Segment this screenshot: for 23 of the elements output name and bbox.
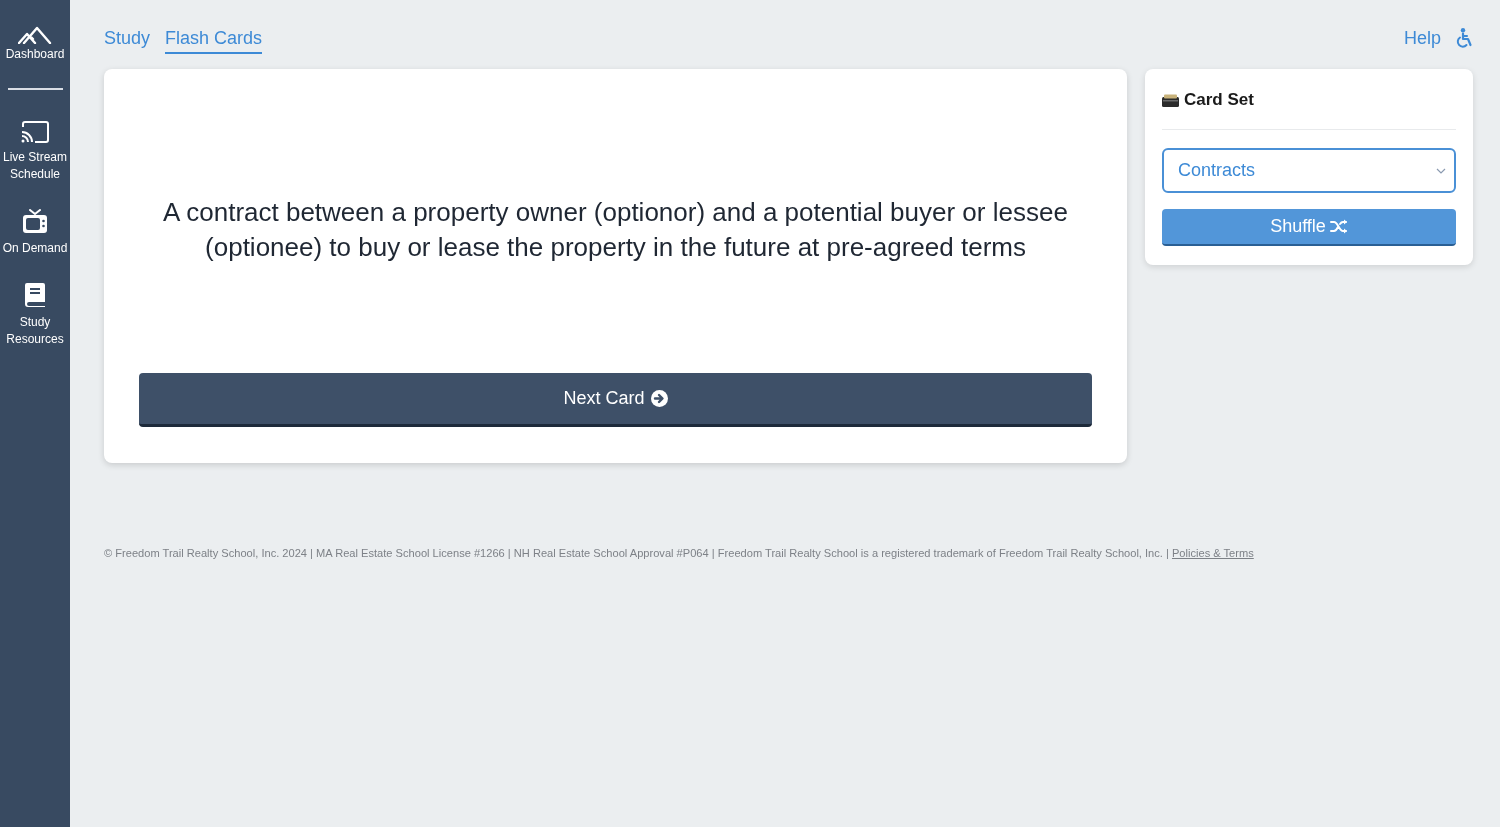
shuffle-button[interactable]: Shuffle <box>1162 209 1456 246</box>
sidebar-item[interactable]: Live Stream Schedule <box>0 117 70 183</box>
policies-link[interactable]: Policies & Terms <box>1171 547 1254 559</box>
tab[interactable]: Flash Cards <box>165 26 263 54</box>
sidebar-item[interactable]: Dashboard <box>0 20 70 63</box>
card-set-select[interactable]: Contracts <box>1162 148 1456 193</box>
tab[interactable]: Study <box>104 26 151 54</box>
book-icon <box>24 282 46 308</box>
card-box-icon <box>1162 93 1179 107</box>
chevron-down-icon <box>1436 167 1446 174</box>
card-set-title: Card Set <box>1184 89 1254 112</box>
shuffle-icon <box>1329 219 1348 234</box>
accessibility-icon[interactable] <box>1455 28 1473 48</box>
footer-text: © Freedom Trail Realty School, Inc. 2024 | MA Real Estate School License #1266 | NH Real Estate School Approval #P064 | Freedom Trail Realty School is a registered trademark of Freedom Trail Realty School, Inc. | Policies & Terms <box>104 546 1255 561</box>
card-definition-text: A contract between a property owner (optionor) and a potential buyer or lessee (optionee) to buy or lease the property in the future at pre-agreed terms <box>162 196 1069 265</box>
arrow-circle-right-icon <box>650 390 668 408</box>
next-card-button[interactable]: Next Card <box>139 373 1092 427</box>
tv-icon <box>22 209 48 234</box>
sidebar-item[interactable]: On Demand <box>0 206 70 257</box>
help-link[interactable]: Help <box>1403 26 1441 50</box>
cast-icon <box>21 121 49 143</box>
mountain-logo-icon <box>18 26 52 44</box>
sidebar-item[interactable]: Study Resources <box>0 280 70 348</box>
